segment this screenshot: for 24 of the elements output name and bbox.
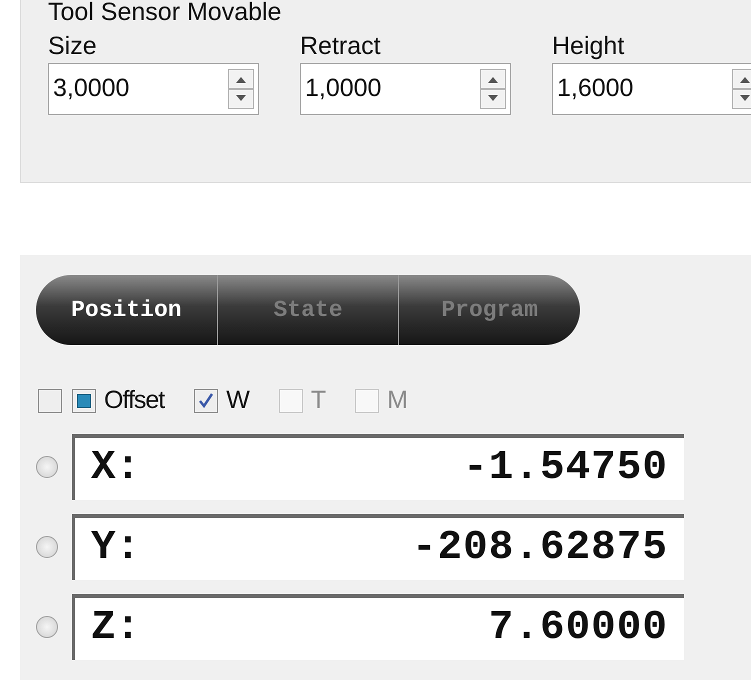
number-field[interactable]: 1,0000 — [300, 63, 511, 115]
coordinate-display: Z: 7.60000 — [72, 594, 684, 660]
checkbox-label: Offset — [104, 385, 164, 416]
checkbox[interactable] — [38, 388, 62, 413]
spinner-icon[interactable] — [480, 69, 506, 109]
radio-button[interactable] — [36, 616, 58, 638]
spinner-icon[interactable] — [732, 69, 751, 109]
checkbox-label: W — [226, 385, 249, 416]
group-title: Tool Sensor Movable — [48, 0, 282, 27]
checkbox-label: T — [310, 385, 326, 416]
tab[interactable]: Position — [36, 275, 217, 345]
checkbox[interactable] — [194, 388, 218, 413]
radio-button[interactable] — [36, 456, 58, 478]
coordinate-display: Y: -208.62875 — [72, 514, 684, 580]
radio-button[interactable] — [36, 536, 58, 558]
number-field[interactable]: 3,0000 — [48, 63, 259, 115]
number-field[interactable]: 1,6000 — [552, 63, 751, 115]
checkbox[interactable] — [72, 388, 96, 413]
field-label: Retract — [300, 31, 382, 61]
field-label: Size — [48, 31, 98, 61]
spinner-icon[interactable] — [228, 69, 254, 109]
field-label: Height — [552, 31, 626, 61]
checkbox-label: M — [387, 385, 407, 416]
coordinate-display: X: -1.54750 — [72, 434, 684, 500]
